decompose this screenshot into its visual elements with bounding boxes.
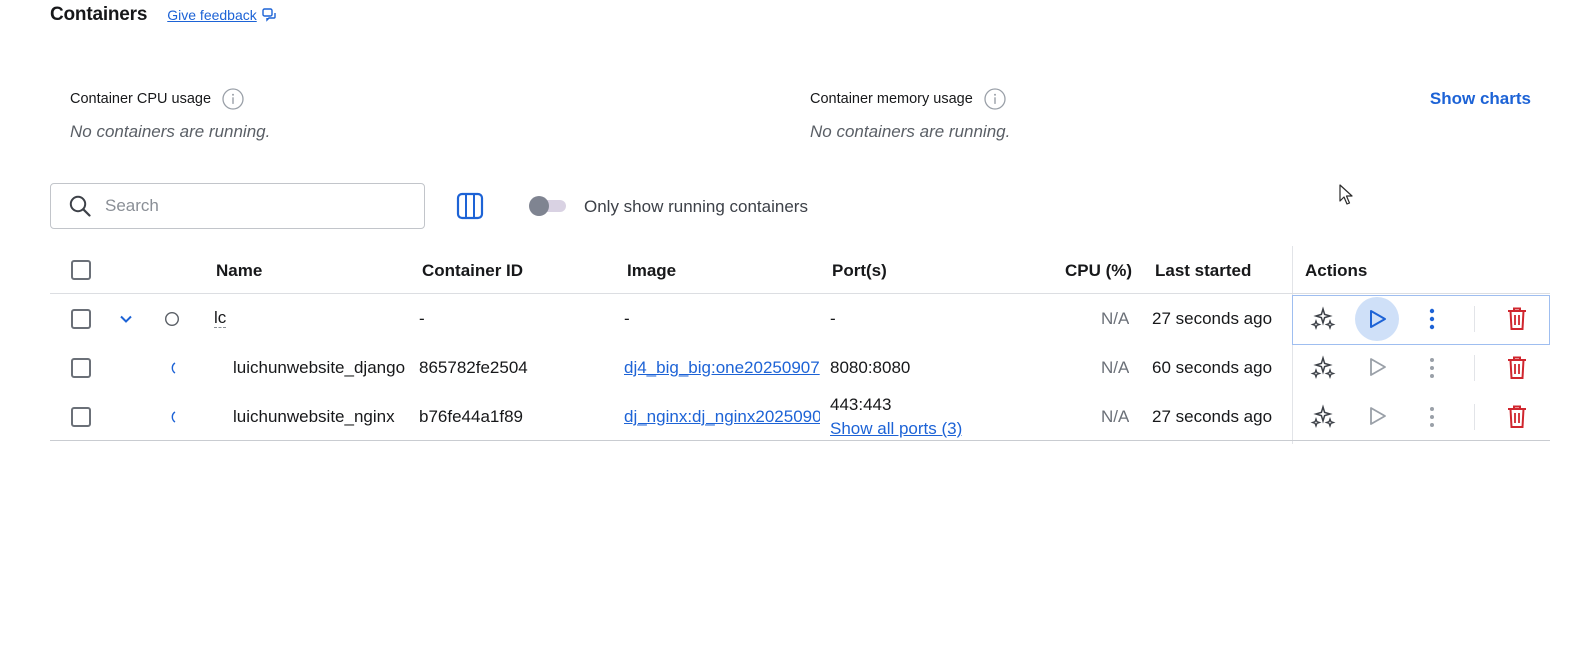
toggle-knob (529, 196, 549, 216)
table-row[interactable]: luichunwebsite_nginx b76fe44a1f89 dj_ngi… (50, 392, 1550, 441)
row-checkbox[interactable] (71, 407, 91, 427)
table-header: Name Container ID Image Port(s) CPU (%) … (50, 246, 1550, 294)
container-last-started: 27 seconds ago (1152, 309, 1273, 328)
select-all-checkbox[interactable] (71, 260, 91, 280)
ai-sparkle-icon[interactable] (1310, 355, 1336, 381)
page-title: Containers (50, 4, 148, 25)
container-cpu: N/A (1101, 309, 1130, 328)
give-feedback-label: Give feedback (167, 7, 257, 23)
column-header-actions: Actions (1305, 261, 1368, 280)
mouse-cursor-icon (1339, 184, 1353, 205)
search-icon (69, 195, 91, 217)
container-last-started: 27 seconds ago (1152, 407, 1273, 426)
status-stopped-icon (164, 311, 180, 327)
info-icon[interactable] (984, 88, 1006, 110)
container-name[interactable]: lc (214, 309, 227, 328)
container-cpu: N/A (1101, 358, 1130, 377)
container-ports: - (830, 309, 836, 328)
container-name[interactable]: luichunwebsite_django (233, 358, 410, 378)
play-icon[interactable] (1366, 356, 1388, 378)
row-checkbox[interactable] (71, 309, 91, 329)
memory-usage-empty-text: No containers are running. (810, 122, 1011, 141)
running-only-toggle[interactable] (528, 196, 566, 216)
container-ports: 8080:8080 (830, 358, 911, 377)
give-feedback-link[interactable]: Give feedback (167, 7, 276, 23)
column-header-cpu[interactable]: CPU (%) (1065, 261, 1132, 281)
container-id: b76fe44a1f89 (419, 407, 523, 426)
delete-trash-icon[interactable] (1505, 355, 1529, 381)
show-charts-button[interactable]: Show charts (1430, 89, 1531, 109)
chevron-down-icon[interactable] (118, 311, 134, 327)
container-image: - (624, 309, 630, 328)
more-options-icon[interactable] (1422, 355, 1442, 381)
container-ports: 443:443 (830, 395, 892, 414)
search-input[interactable] (105, 196, 405, 216)
actions-separator (1474, 404, 1475, 430)
column-header-last-started[interactable]: Last started (1155, 261, 1251, 281)
container-name[interactable]: luichunwebsite_nginx (233, 407, 410, 427)
column-header-ports[interactable]: Port(s) (832, 261, 887, 281)
cpu-usage-empty-text: No containers are running. (70, 122, 271, 141)
row-actions-highlight (1292, 295, 1550, 345)
actions-separator (1474, 355, 1475, 381)
info-icon[interactable] (222, 88, 244, 110)
status-loading-icon (171, 362, 176, 374)
status-loading-icon (171, 411, 176, 423)
play-icon[interactable] (1366, 405, 1388, 427)
container-cpu: N/A (1101, 407, 1130, 426)
containers-table: Name Container ID Image Port(s) CPU (%) … (50, 246, 1550, 444)
show-all-ports-link[interactable]: Show all ports (3) (830, 419, 962, 439)
container-image-link[interactable]: dj_nginx:dj_nginx20250907 (624, 407, 820, 427)
column-header-name[interactable]: Name (216, 261, 262, 281)
cpu-usage-panel: Container CPU usage No containers are ru… (70, 88, 270, 142)
column-header-image[interactable]: Image (627, 261, 676, 281)
columns-icon[interactable] (456, 192, 484, 220)
container-id: 865782fe2504 (419, 358, 528, 377)
container-image-link[interactable]: dj4_big_big:one20250907 (624, 358, 820, 378)
feedback-icon (262, 8, 276, 22)
page-header: Containers Give feedback (50, 4, 276, 26)
delete-trash-icon[interactable] (1505, 404, 1529, 430)
column-header-container-id[interactable]: Container ID (422, 261, 523, 281)
memory-usage-label: Container memory usage (810, 91, 973, 107)
more-options-icon[interactable] (1422, 404, 1442, 430)
row-checkbox[interactable] (71, 358, 91, 378)
container-last-started: 60 seconds ago (1152, 358, 1273, 377)
ai-sparkle-icon[interactable] (1310, 404, 1336, 430)
memory-usage-panel: Container memory usage No containers are… (810, 88, 1010, 142)
container-id: - (419, 309, 425, 328)
table-row[interactable]: luichunwebsite_django 865782fe2504 dj4_b… (50, 343, 1550, 392)
running-only-label: Only show running containers (584, 197, 808, 216)
cpu-usage-label: Container CPU usage (70, 91, 212, 107)
search-box[interactable] (50, 183, 425, 229)
